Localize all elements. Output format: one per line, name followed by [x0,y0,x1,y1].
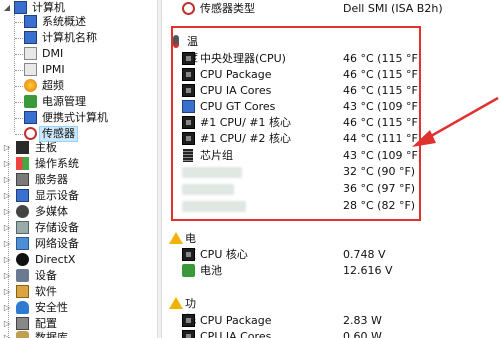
tree-node-devices[interactable]: ▷ 设备 [0,268,157,284]
navigation-tree: ◢ 计算机 系统概述 计算机名称 DMI IPMI 超频 电源管理 便携式计算机 [0,0,157,338]
disk-icon [16,221,29,234]
warning-voltage-icon [169,232,183,244]
expand-arrow-icon[interactable]: ▷ [3,220,11,236]
voltage-row-battery[interactable]: 电池 12.616 V [182,263,482,279]
expand-arrow-icon[interactable]: ▷ [3,284,11,300]
power-plug-icon [24,95,37,108]
power-row-cpu-ia-cores[interactable]: CPU IA Cores 0.60 W [182,329,482,338]
annotation-highlight-box [171,26,421,221]
expand-arrow-icon[interactable]: ▷ [3,140,11,156]
tree-node-dmi[interactable]: DMI [0,46,157,62]
computer-icon [14,1,27,14]
expand-arrow-icon[interactable]: ▷ [3,172,11,188]
computer-icon [24,15,37,28]
chip-icon [182,314,195,327]
expand-arrow-icon[interactable]: ▷ [3,330,11,338]
windows-logo-icon [16,157,29,170]
speaker-icon [16,205,29,218]
tree-node-ipmi[interactable]: IPMI [0,62,157,78]
expand-arrow-icon[interactable]: ▷ [3,188,11,204]
expand-arrow-icon[interactable]: ▷ [3,300,11,316]
document-icon [24,47,37,60]
tree-node-os[interactable]: ▷ 操作系统 [0,156,157,172]
display-icon [16,189,29,202]
network-icon [16,237,29,250]
tree-node-directx[interactable]: ▷ DirectX [0,252,157,268]
tree-node-system-summary[interactable]: 系统概述 [0,14,157,30]
devices-icon [16,269,29,282]
laptop-icon [24,111,37,124]
power-row-cpu-package[interactable]: CPU Package 2.83 W [182,313,482,329]
tree-node-computer-name[interactable]: 计算机名称 [0,30,157,46]
motherboard-icon [16,141,29,154]
tree-node-power-management[interactable]: 电源管理 [0,94,157,110]
chip-icon [182,248,195,261]
computer-icon [24,31,37,44]
tree-node-overclock[interactable]: 超频 [0,78,157,94]
tree-node-multimedia[interactable]: ▷ 多媒体 [0,204,157,220]
annotation-arrow-icon [412,96,499,147]
warning-power-icon [169,297,183,309]
voltage-row-cpu-core[interactable]: CPU 核心 0.748 V [182,247,482,263]
tree-node-network[interactable]: ▷ 网络设备 [0,236,157,252]
gauge-icon [182,2,195,15]
tree-node-database[interactable]: ▷ 数据库 [0,330,157,338]
tree-node-laptop[interactable]: 便携式计算机 [0,110,157,126]
shield-icon [16,301,29,314]
database-icon [16,331,29,338]
battery-icon [182,264,195,277]
tree-node-security[interactable]: ▷ 安全性 [0,300,157,316]
flame-icon [24,79,37,92]
tree-node-server[interactable]: ▷ 服务器 [0,172,157,188]
expand-arrow-icon[interactable]: ▷ [3,156,11,172]
server-icon [16,173,29,186]
tree-node-software[interactable]: ▷ 软件 [0,284,157,300]
chip-icon [182,330,195,338]
software-icon [16,285,29,298]
gauge-icon [24,127,37,140]
expand-arrow-icon[interactable]: ▷ [3,236,11,252]
document-icon [24,63,37,76]
expand-arrow-icon[interactable]: ▷ [3,268,11,284]
directx-icon [16,253,29,266]
tree-node-display[interactable]: ▷ 显示设备 [0,188,157,204]
expand-arrow-icon[interactable]: ▷ [3,252,11,268]
config-icon [16,317,29,330]
expand-arrow-icon[interactable]: ▷ [3,204,11,220]
tree-node-motherboard[interactable]: ▷ 主板 [0,140,157,156]
sensor-type-row[interactable]: 传感器类型 Dell SMI (ISA B2h) [182,1,500,17]
tree-node-storage[interactable]: ▷ 存储设备 [0,220,157,236]
